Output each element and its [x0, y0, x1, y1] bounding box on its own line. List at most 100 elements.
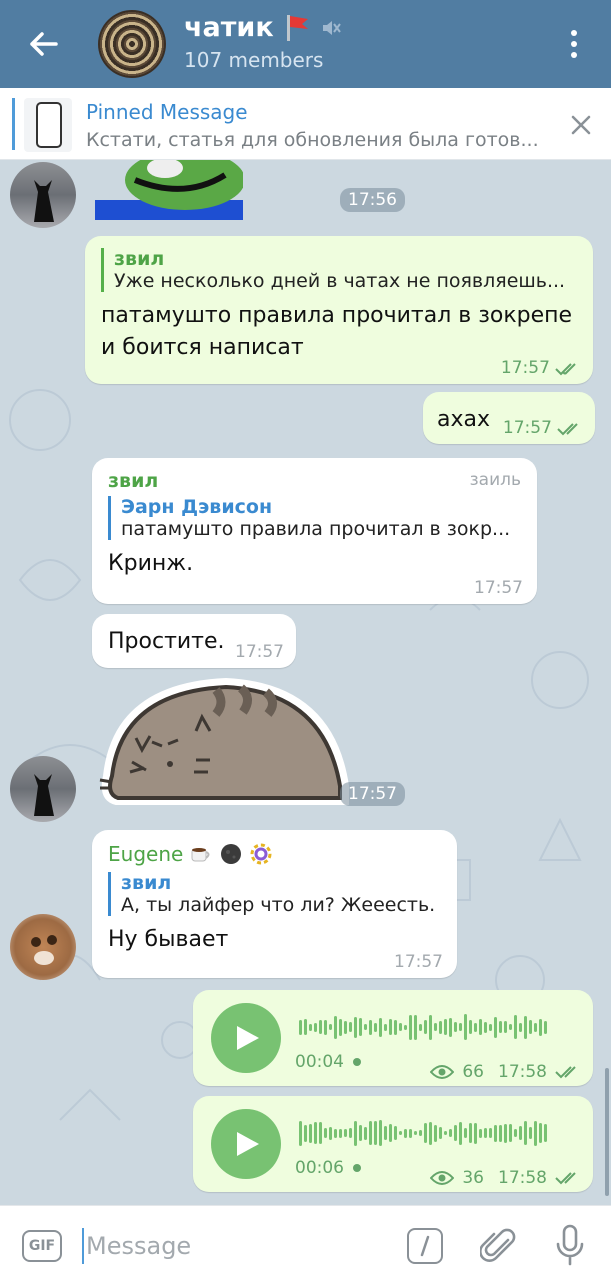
- views-eye-icon: [430, 1171, 455, 1185]
- waveform-bar: [514, 1015, 517, 1039]
- waveform-bar: [309, 1123, 312, 1143]
- message-header: звил заиль: [108, 470, 521, 492]
- message-text: Ну бывает: [108, 927, 229, 952]
- waveform-bar: [524, 1015, 527, 1039]
- bot-commands-button[interactable]: [407, 1228, 443, 1264]
- voice-waveform[interactable]: [299, 1012, 547, 1042]
- waveform-bar: [399, 1131, 402, 1135]
- coffee-emoji-icon: [191, 848, 210, 862]
- waveform-bar: [439, 1020, 442, 1034]
- avatar[interactable]: [10, 756, 76, 822]
- message-meta: 36 17:58: [430, 1168, 581, 1188]
- pinned-text: Кстати, статья для обновления была готов…: [86, 129, 539, 151]
- waveform-bar: [439, 1127, 442, 1139]
- waveform-bar: [329, 1024, 332, 1030]
- message-bubble[interactable]: Eugene звил А, ты лайфер что ли? Жееесть…: [92, 830, 457, 978]
- message-time: 17:58: [498, 1062, 547, 1082]
- waveform-bar: [484, 1128, 487, 1138]
- message-input-bar: GIF: [0, 1205, 611, 1280]
- message-time: 17:57: [500, 358, 550, 378]
- reply-quote[interactable]: звил А, ты лайфер что ли? Жееесть.: [108, 872, 441, 916]
- waveform-bar: [384, 1023, 387, 1031]
- avatar[interactable]: [10, 162, 76, 228]
- reply-text: патамушто правила прочитал в зокр...: [121, 518, 511, 540]
- waveform-bar: [369, 1121, 372, 1145]
- message-bubble[interactable]: звил Уже несколько дней в чатах не появл…: [85, 236, 593, 384]
- double-check-icon: [557, 422, 578, 435]
- waveform-bar: [434, 1124, 437, 1142]
- waveform-bar: [469, 1123, 472, 1143]
- voice-message[interactable]: 00:06 36 17:58: [193, 1096, 593, 1192]
- message-bubble[interactable]: звил заиль Эарн Дэвисон патамушто правил…: [92, 458, 537, 604]
- waveform-bar: [349, 1022, 352, 1032]
- scrollbar-thumb[interactable]: [605, 1068, 609, 1196]
- waveform-bar: [399, 1023, 402, 1031]
- views-count: 36: [462, 1168, 484, 1188]
- waveform-bar: [514, 1129, 517, 1137]
- waveform-bar: [434, 1023, 437, 1031]
- waveform-bar: [474, 1122, 477, 1144]
- message-bubble[interactable]: Простите. 17:57: [92, 614, 296, 668]
- waveform-bar: [334, 1128, 337, 1138]
- waveform-bar: [359, 1125, 362, 1141]
- waveform-bar: [339, 1128, 342, 1138]
- chat-title-row[interactable]: чатик: [184, 12, 342, 43]
- chat-title: чатик: [184, 12, 274, 43]
- message-meta: 17:57: [503, 418, 583, 438]
- waveform-bar: [509, 1124, 512, 1142]
- waveform-bar: [449, 1017, 452, 1037]
- voice-waveform[interactable]: [299, 1118, 547, 1148]
- waveform-bar: [489, 1023, 492, 1031]
- waveform-bar: [509, 1024, 512, 1030]
- sender-name[interactable]: звил: [108, 470, 158, 492]
- unplayed-dot: [353, 1058, 362, 1066]
- gif-button[interactable]: GIF: [22, 1230, 62, 1262]
- waveform-bar: [394, 1126, 397, 1140]
- waveform-bar: [499, 1124, 502, 1142]
- waveform-bar: [539, 1018, 542, 1036]
- pusheen-sticker[interactable]: [96, 676, 350, 810]
- pinned-accent-bar: [12, 98, 15, 150]
- chat-avatar[interactable]: [98, 10, 166, 78]
- unplayed-dot: [353, 1164, 362, 1172]
- waveform-bar: [449, 1129, 452, 1137]
- avatar[interactable]: [10, 914, 76, 980]
- waveform-bar: [419, 1023, 422, 1031]
- waveform-bar: [479, 1019, 482, 1035]
- close-pinned-icon[interactable]: [568, 112, 594, 138]
- waveform-bar: [454, 1022, 457, 1032]
- more-options-icon[interactable]: [560, 26, 588, 62]
- voice-message[interactable]: 00:04 66 17:58: [193, 990, 593, 1086]
- play-button[interactable]: [211, 1109, 281, 1179]
- pepe-sticker[interactable]: [95, 160, 243, 220]
- message-input[interactable]: [82, 1228, 382, 1264]
- waveform-bar: [404, 1024, 407, 1030]
- reply-quote[interactable]: Эарн Дэвисон патамушто правила прочитал …: [108, 496, 521, 540]
- sender-name[interactable]: Eugene: [108, 842, 183, 866]
- waveform-bar: [484, 1021, 487, 1033]
- waveform-bar: [489, 1128, 492, 1138]
- waveform-bar: [344, 1129, 347, 1137]
- waveform-bar: [314, 1022, 317, 1032]
- reply-text: А, ты лайфер что ли? Жееесть.: [121, 894, 436, 916]
- pinned-message-bar[interactable]: Pinned Message Кстати, статья для обновл…: [0, 88, 611, 160]
- message-bubble[interactable]: ахах 17:57: [423, 392, 595, 444]
- play-button[interactable]: [211, 1003, 281, 1073]
- waveform-bar: [364, 1024, 367, 1030]
- waveform-bar: [394, 1019, 397, 1035]
- waveform-bar: [519, 1126, 522, 1140]
- reply-author: звил: [114, 248, 165, 270]
- message-text: Простите.: [108, 629, 225, 654]
- waveform-bar: [304, 1019, 307, 1035]
- message-meta: 17:57: [501, 358, 581, 378]
- chat-header: чатик 107 members: [0, 0, 611, 88]
- reply-quote[interactable]: звил Уже несколько дней в чатах не появл…: [101, 248, 577, 292]
- microphone-icon[interactable]: [552, 1224, 588, 1266]
- message-time: 17:58: [498, 1168, 547, 1188]
- attach-paperclip-icon[interactable]: [480, 1226, 518, 1266]
- sticker-time: 17:56: [340, 188, 405, 212]
- back-arrow-icon[interactable]: [22, 22, 66, 66]
- waveform-bar: [499, 1021, 502, 1033]
- waveform-bar: [354, 1120, 357, 1146]
- waveform-bar: [429, 1121, 432, 1145]
